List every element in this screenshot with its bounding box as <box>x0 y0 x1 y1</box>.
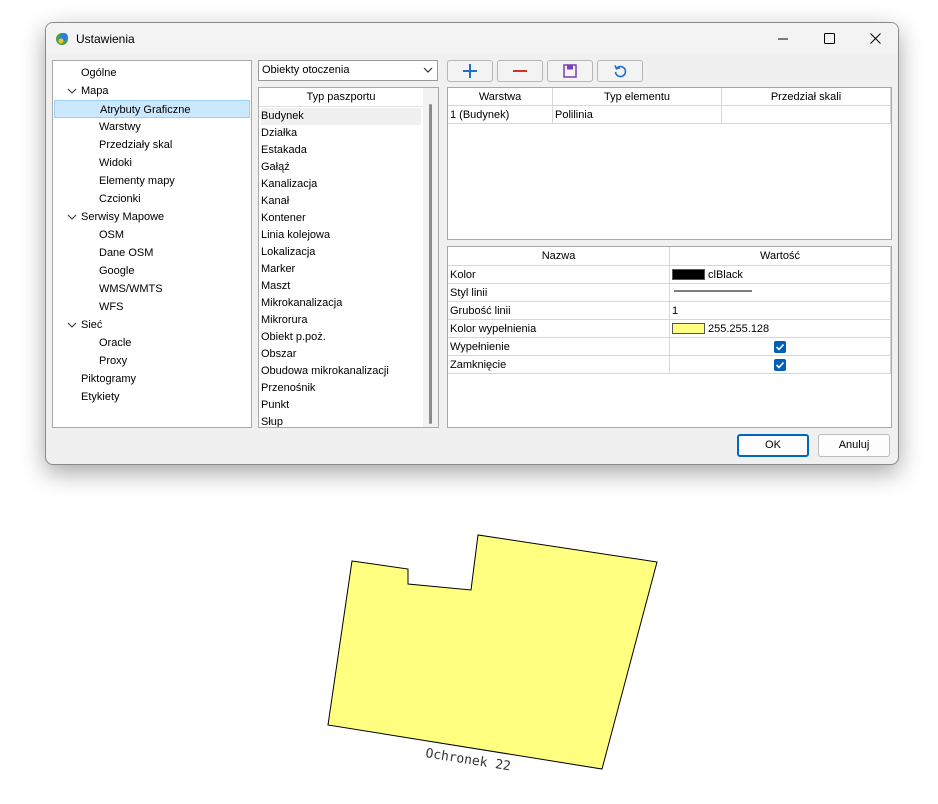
shape-preview: Ochronek 22 <box>327 534 658 774</box>
building-polygon <box>327 534 658 770</box>
